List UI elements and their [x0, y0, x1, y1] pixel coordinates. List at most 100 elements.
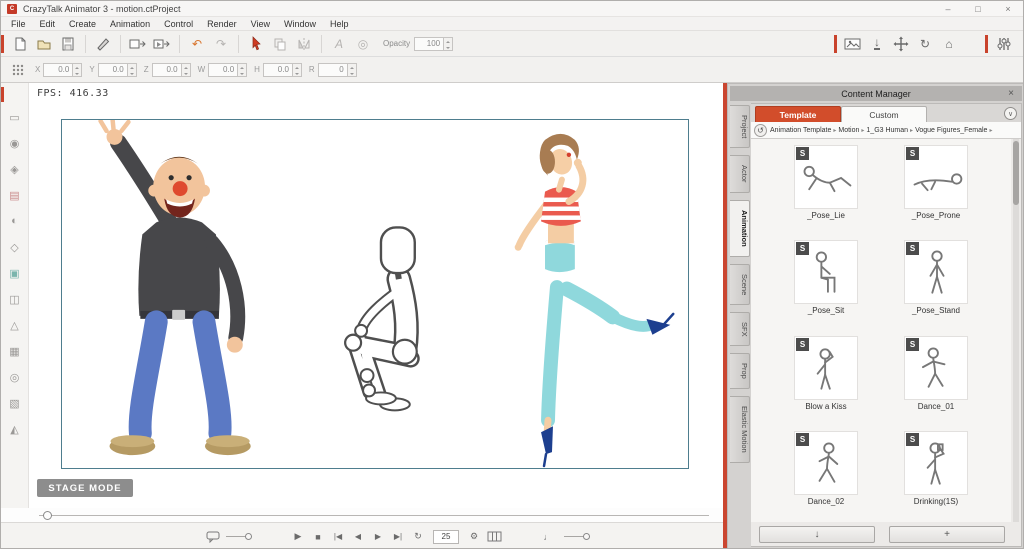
text-tool-button[interactable]: A [328, 34, 350, 54]
template-item[interactable]: S Dance_02 [778, 431, 874, 522]
move-tool-button[interactable] [890, 34, 912, 54]
add-template-button[interactable]: + [889, 526, 1005, 543]
tab-prop[interactable]: Prop [730, 353, 750, 389]
menu-render[interactable]: Render [200, 19, 244, 29]
template-item[interactable]: S _Pose_Sit [778, 240, 874, 331]
timeline-settings-button[interactable]: ⚙ [466, 529, 482, 545]
export-image-button[interactable] [127, 34, 149, 54]
template-item[interactable]: S Drinking(1S) [888, 431, 984, 522]
character-woman[interactable] [515, 134, 674, 466]
menu-window[interactable]: Window [277, 19, 323, 29]
template-item[interactable]: S _Pose_Prone [888, 145, 984, 236]
y-stepper[interactable] [128, 63, 137, 77]
y-input[interactable]: 0.0 [98, 63, 128, 77]
scroll-track[interactable] [39, 515, 709, 516]
select-tool-button[interactable] [245, 34, 267, 54]
sidebar-tool-icon[interactable]: ▦ [7, 343, 23, 359]
opacity-input[interactable]: 100 [414, 37, 444, 51]
copy-button[interactable] [269, 34, 291, 54]
anchor-grid-button[interactable] [7, 60, 29, 80]
next-frame-button[interactable]: ▶ [370, 529, 386, 545]
grid-scrollbar-thumb[interactable] [1013, 141, 1019, 205]
snapshot-button[interactable]: ↓ [866, 34, 888, 54]
h-input[interactable]: 0.0 [263, 63, 293, 77]
reset-view-button[interactable]: ⌂ [938, 34, 960, 54]
audio-slider[interactable] [564, 536, 590, 537]
stop-button[interactable]: ■ [310, 529, 326, 545]
target-tool-button[interactable]: ◎ [352, 34, 374, 54]
render-preview-button[interactable] [842, 34, 864, 54]
menu-animation[interactable]: Animation [103, 19, 157, 29]
h-stepper[interactable] [293, 63, 302, 77]
apply-template-button[interactable]: ↓ [759, 526, 875, 543]
z-stepper[interactable] [182, 63, 191, 77]
x-input[interactable]: 0.0 [43, 63, 73, 77]
export-video-button[interactable] [151, 34, 173, 54]
character-mannequin[interactable] [345, 227, 417, 410]
breadcrumb-item[interactable]: Vogue Figures_Female [915, 127, 987, 134]
template-item[interactable]: S _Pose_Lie [778, 145, 874, 236]
sidebar-tool-icon[interactable]: ◇ [7, 239, 23, 255]
stage-canvas[interactable] [61, 119, 689, 469]
menu-control[interactable]: Control [157, 19, 200, 29]
close-button[interactable]: × [993, 1, 1023, 17]
menu-create[interactable]: Create [62, 19, 103, 29]
prev-frame-button[interactable]: ◀ [350, 529, 366, 545]
tab-scene[interactable]: Scene [730, 264, 750, 305]
breadcrumb-item[interactable]: Motion [838, 127, 859, 134]
template-item[interactable]: S Blow a Kiss [778, 336, 874, 427]
go-last-button[interactable]: ▶| [390, 529, 406, 545]
opacity-stepper[interactable] [444, 37, 453, 51]
template-item[interactable]: S Dance_01 [888, 336, 984, 427]
sidebar-tool-icon[interactable]: ▣ [7, 265, 23, 281]
breadcrumb-item[interactable]: Animation Template [770, 127, 831, 134]
sidebar-tool-icon[interactable]: ◐ [7, 213, 23, 229]
menu-edit[interactable]: Edit [33, 19, 63, 29]
tab-template[interactable]: Template [755, 106, 841, 122]
breadcrumb-item[interactable]: 1_G3 Human [866, 127, 908, 134]
tab-project[interactable]: Project [730, 105, 750, 148]
new-project-button[interactable] [9, 34, 31, 54]
z-input[interactable]: 0.0 [152, 63, 182, 77]
audio-note-icon[interactable]: ♩ [540, 529, 556, 545]
tab-elastic-motion[interactable]: Elastic Motion [730, 396, 750, 463]
character-man[interactable] [101, 120, 251, 455]
sidebar-tool-icon[interactable]: ◉ [7, 135, 23, 151]
tab-custom[interactable]: Custom [841, 106, 927, 122]
x-stepper[interactable] [73, 63, 82, 77]
maximize-button[interactable]: □ [963, 1, 993, 17]
tab-animation[interactable]: Animation [730, 200, 750, 257]
template-item[interactable]: S _Pose_Stand [888, 240, 984, 331]
sidebar-tool-icon[interactable]: ◫ [7, 291, 23, 307]
sidebar-tool-icon[interactable]: ◈ [7, 161, 23, 177]
sidebar-tool-icon[interactable]: △ [7, 317, 23, 333]
breadcrumb-back-button[interactable]: ↺ [754, 124, 767, 137]
r-stepper[interactable] [348, 63, 357, 77]
panel-close-button[interactable]: × [1004, 86, 1018, 101]
menu-help[interactable]: Help [323, 19, 356, 29]
undo-button[interactable]: ↶ [186, 34, 208, 54]
speech-bubble-icon[interactable] [206, 531, 220, 543]
tab-actor[interactable]: Actor [730, 155, 750, 193]
sidebar-tool-icon[interactable]: ◎ [7, 369, 23, 385]
bubble-slider[interactable] [226, 536, 252, 537]
sidebar-tool-icon[interactable]: ◭ [7, 421, 23, 437]
filmstrip-button[interactable] [486, 529, 502, 545]
frame-number-input[interactable]: 25 [433, 530, 459, 544]
mirror-button[interactable] [293, 34, 315, 54]
loop-button[interactable]: ↻ [410, 529, 426, 545]
rotate-tool-button[interactable]: ↻ [914, 34, 936, 54]
collapse-panel-button[interactable]: ∨ [1004, 107, 1017, 120]
w-stepper[interactable] [238, 63, 247, 77]
sidebar-tool-icon[interactable]: ▤ [7, 187, 23, 203]
redo-button[interactable]: ↷ [210, 34, 232, 54]
open-project-button[interactable] [33, 34, 55, 54]
menu-file[interactable]: File [4, 19, 33, 29]
go-first-button[interactable]: |◀ [330, 529, 346, 545]
grid-scrollbar[interactable] [1013, 139, 1019, 522]
tab-sfx[interactable]: SFX [730, 312, 750, 347]
menu-view[interactable]: View [244, 19, 277, 29]
sidebar-tool-icon[interactable]: ▧ [7, 395, 23, 411]
play-button[interactable]: ▶ [290, 529, 306, 545]
sidebar-tool-icon[interactable]: ▭ [7, 109, 23, 125]
